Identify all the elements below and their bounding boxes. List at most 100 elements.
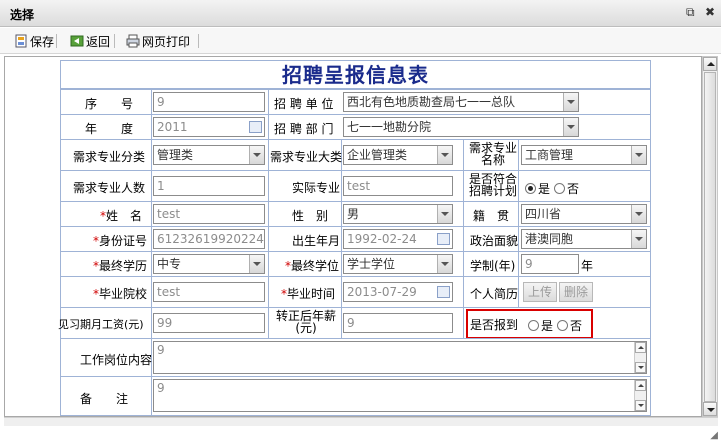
chevron-down-icon [249,146,264,164]
major-cat-select[interactable]: 管理类 [153,145,265,165]
meets-plan-radio-group: 是 否 [525,180,579,197]
meets-plan-no-radio[interactable] [554,183,566,194]
edu-select[interactable]: 中专 [153,254,265,274]
grad-time-field[interactable]: 2013-07-29 [343,282,453,302]
birth-label: 出生年月 [292,234,341,248]
toolbar-divider [114,34,115,48]
politics-label: 政治面貌 [470,234,519,248]
print-button[interactable]: 网页打印 [126,33,190,49]
close-icon[interactable]: ✖ [705,5,715,19]
textarea-scrollbar[interactable] [634,380,646,411]
major-big-label: 需求专业大类 [270,150,343,164]
recruit-dept-label: 招 聘 部 门 [274,122,334,136]
scroll-down-icon[interactable] [703,402,717,416]
chevron-down-icon [631,230,646,248]
name-field[interactable]: test [153,204,265,224]
save-button[interactable]: 保存 [14,33,54,49]
job-content-textarea[interactable]: 9 [153,341,647,374]
school-label: *毕业院校 [93,287,148,301]
remark-label: 备 注 [80,392,129,406]
window-title: 选择 [10,8,35,22]
origin-label: 籍 贯 [473,209,510,223]
delete-button[interactable]: 删除 [559,282,593,302]
scroll-thumb[interactable] [704,72,716,402]
intern-salary-label: 见习期月工资(元) [58,318,144,331]
recruit-dept-select[interactable]: 七一一地勘分院 [343,117,579,137]
save-icon [14,34,28,48]
chevron-down-icon [563,118,578,136]
chevron-down-icon [563,93,578,111]
calendar-icon[interactable] [437,286,450,298]
regular-salary-label: 转正后年薪(元) [275,309,336,335]
no-label: 否 [567,182,580,196]
horizontal-scrollbar[interactable] [4,417,718,426]
intern-salary-field[interactable]: 99 [153,313,265,333]
demand-count-label: 需求专业人数 [73,181,146,195]
seq-field[interactable]: 9 [153,92,265,112]
year-unit-label: 年 [581,259,594,273]
remark-textarea[interactable]: 9 [153,379,647,412]
year-label: 年 度 [85,122,134,136]
scroll-up-icon[interactable] [635,342,646,353]
id-no-field[interactable]: 612326199202243422 [153,229,265,249]
major-name-label: 需求专业名称 [468,141,517,167]
chevron-down-icon [631,146,646,164]
save-label: 保存 [30,34,55,49]
scroll-down-icon[interactable] [635,362,646,373]
scroll-up-icon[interactable] [703,57,717,71]
grad-time-label: *毕业时间 [281,287,336,301]
duration-label: 学制(年) [470,259,516,273]
chevron-down-icon [631,205,646,223]
back-icon [70,34,84,48]
scroll-down-icon[interactable] [635,400,646,411]
job-content-label: 工作岗位内容 [80,353,153,367]
year-field[interactable]: 2011 [153,117,265,137]
calendar-icon[interactable] [249,121,262,133]
chevron-down-icon [437,146,452,164]
duration-field[interactable]: 9 [521,254,579,274]
origin-select[interactable]: 四川省 [521,204,647,224]
highlight-box [466,309,593,339]
politics-select[interactable]: 港澳同胞 [521,229,647,249]
textarea-scrollbar[interactable] [634,342,646,373]
toolbar: 保存 返回 网页打印 [0,28,721,54]
printer-icon [126,34,140,48]
major-big-select[interactable]: 企业管理类 [343,145,453,165]
back-label: 返回 [86,34,111,49]
chevron-down-icon [437,255,452,273]
form-title: 招聘呈报信息表 [60,60,651,89]
id-no-label: *身份证号 [93,234,148,248]
toolbar-divider [198,34,199,48]
major-name-select[interactable]: 工商管理 [521,145,647,165]
calendar-icon[interactable] [437,233,450,245]
meets-plan-yes-radio[interactable] [525,183,536,194]
resume-label: 个人简历 [470,287,519,301]
name-label: *姓 名 [100,209,143,223]
print-label: 网页打印 [142,34,191,49]
vertical-scrollbar[interactable] [702,56,718,417]
actual-major-label: 实际专业 [292,181,341,195]
chevron-down-icon [437,205,452,223]
recruit-unit-label: 招 聘 单 位 [274,97,334,111]
edu-label: *最终学历 [93,259,148,273]
recruit-form: 招聘呈报信息表 序 号 9 招 聘 单 位 西北有色地质勘查局七一一总队 年 度… [58,60,651,416]
degree-label: *最终学位 [285,259,340,273]
degree-select[interactable]: 学士学位 [343,254,453,274]
school-field[interactable]: test [153,282,265,302]
actual-major-field[interactable]: test [343,176,453,196]
yes-label: 是 [538,182,551,196]
gender-select[interactable]: 男 [343,204,453,224]
seq-label: 序 号 [85,97,134,111]
upload-button[interactable]: 上传 [523,282,557,302]
scroll-up-icon[interactable] [635,380,646,391]
birth-field[interactable]: 1992-02-24 [343,229,453,249]
back-button[interactable]: 返回 [70,33,110,49]
regular-salary-field[interactable]: 9 [343,313,453,333]
demand-count-field[interactable]: 1 [153,176,265,196]
resize-grip-icon[interactable]: ◢ [710,430,718,441]
popout-icon[interactable]: ⧉ [686,5,695,20]
recruit-unit-select[interactable]: 西北有色地质勘查局七一一总队 [343,92,579,112]
meets-plan-label: 是否符合招聘计划 [468,172,517,198]
window-titlebar: 选择 ⧉ ✖ [0,0,721,27]
major-cat-label: 需求专业分类 [73,150,146,164]
